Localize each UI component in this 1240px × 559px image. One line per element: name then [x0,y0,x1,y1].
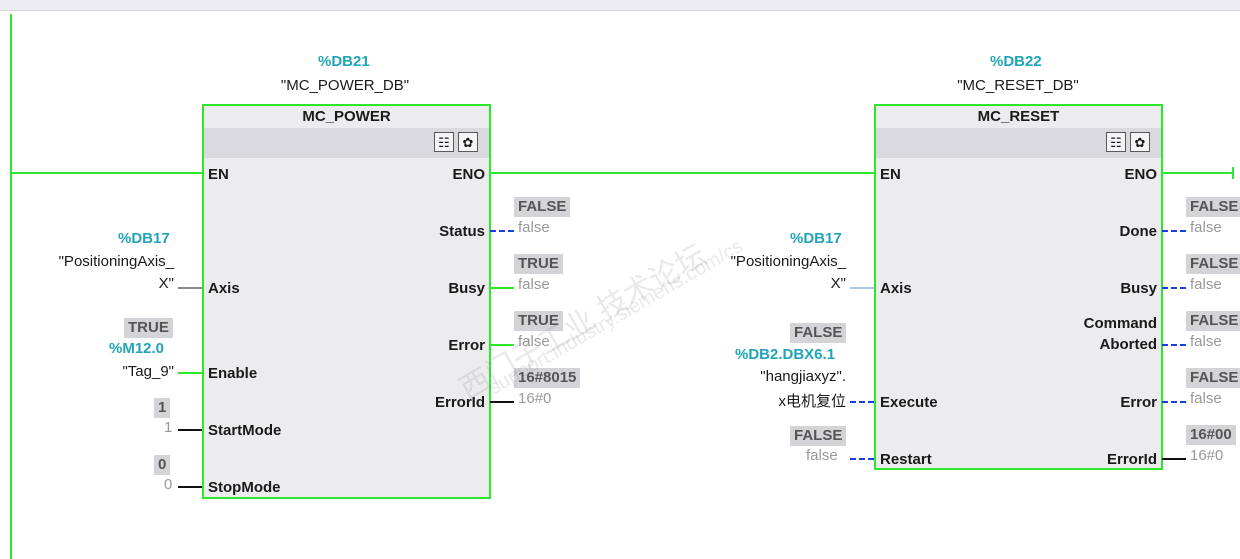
reset-error-monitor: FALSE [1186,368,1240,388]
power-axis-name-2[interactable]: X" [20,275,174,292]
power-pin-stopmode: StopMode [208,479,281,496]
reset-command-aborted-value: false [1190,333,1222,350]
reset-done-value: false [1190,219,1222,236]
power-status-value: false [518,219,550,236]
reset-execute-address[interactable]: %DB2.DBX6.1 [735,346,835,363]
rung-wire-right [1162,172,1234,174]
reset-restart-monitor: FALSE [790,426,847,446]
reset-pin-error: Error [1120,394,1157,411]
power-pin-en: EN [208,166,229,183]
power-stopmode-monitor: 0 [154,455,171,475]
power-pin-status: Status [439,223,485,240]
power-pin-axis: Axis [208,280,240,297]
reset-restart-value: false [806,447,838,464]
reset-pin-eno: ENO [1124,166,1157,183]
commissioning-icon[interactable]: ☷ [434,132,454,152]
power-busy-monitor: TRUE [514,254,563,274]
power-startmode-value: 1 [164,419,173,436]
reset-pin-errorid: ErrorId [1106,451,1157,468]
reset-busy-value: false [1190,276,1222,293]
power-enable-tag[interactable]: "Tag_9" [80,363,174,380]
mc-reset-title: MC_RESET [977,108,1060,125]
power-errorid-wire [490,401,514,403]
reset-command-aborted-monitor: FALSE [1186,311,1240,331]
reset-pin-execute: Execute [880,394,938,411]
reset-errorid-value: 16#0 [1190,447,1224,464]
reset-pin-axis: Axis [880,280,912,297]
mc-power-icon-bar: ☷ ✿ [204,128,489,158]
power-axis-wire [178,287,202,289]
reset-instance-db[interactable]: %DB22 [990,53,1042,70]
reset-pin-command: Command [1083,315,1157,332]
power-stopmode-value: 0 [164,476,173,493]
mc-power-block[interactable]: MC_POWER ☷ ✿ EN ENO Status Axis Busy Err… [202,104,491,499]
power-busy-wire [490,287,514,289]
power-startmode-wire [178,429,202,431]
reset-axis-db[interactable]: %DB17 [790,230,842,247]
power-instance-db-name[interactable]: "MC_POWER_DB" [270,77,420,94]
power-pin-eno: ENO [452,166,485,183]
power-pin-busy: Busy [448,280,485,297]
reset-busy-monitor: FALSE [1186,254,1240,274]
reset-error-wire [1162,401,1186,403]
power-startmode-monitor: 1 [154,398,171,418]
power-axis-db[interactable]: %DB17 [118,230,170,247]
diagnostics-icon[interactable]: ✿ [1130,132,1150,152]
reset-error-value: false [1190,390,1222,407]
editor-top-bar [0,0,1240,11]
reset-axis-wire [850,287,874,289]
mc-power-title: MC_POWER [302,108,391,125]
diagnostics-icon[interactable]: ✿ [458,132,478,152]
reset-restart-wire [850,458,874,460]
reset-execute-tag-2[interactable]: x电机复位 [700,390,846,411]
reset-busy-wire [1162,287,1186,289]
power-enable-wire [178,372,202,374]
power-pin-enable: Enable [208,365,258,382]
power-rail [10,14,12,559]
mc-reset-block[interactable]: MC_RESET ☷ ✿ EN ENO Done Axis Busy Comma… [874,104,1163,470]
reset-errorid-monitor: 16#00 [1186,425,1236,445]
reset-pin-en: EN [880,166,901,183]
reset-execute-tag[interactable]: "hangjiaxyz". [700,368,846,385]
power-status-wire [490,230,514,232]
rung-wire-middle [490,172,874,174]
power-stopmode-wire [178,486,202,488]
reset-pin-restart: Restart [880,451,932,468]
mc-reset-icon-bar: ☷ ✿ [876,128,1161,158]
rung-wire-left [10,172,202,174]
power-pin-startmode: StartMode [208,422,282,439]
reset-instance-db-name[interactable]: "MC_RESET_DB" [943,77,1093,94]
reset-done-monitor: FALSE [1186,197,1240,217]
power-busy-value: false [518,276,550,293]
reset-execute-wire [850,401,874,403]
reset-pin-aborted: Aborted [1099,336,1158,353]
reset-pin-busy: Busy [1120,280,1157,297]
reset-pin-done: Done [1119,223,1158,240]
power-enable-monitor: TRUE [124,318,173,338]
rung-wire-end-tick [1232,167,1234,179]
commissioning-icon[interactable]: ☷ [1106,132,1126,152]
reset-command-aborted-wire [1162,344,1186,346]
power-errorid-value: 16#0 [518,390,552,407]
power-instance-db[interactable]: %DB21 [318,53,370,70]
power-axis-name[interactable]: "PositioningAxis_ [20,253,174,270]
power-status-monitor: FALSE [514,197,571,217]
reset-errorid-wire [1162,458,1186,460]
reset-execute-monitor: FALSE [790,323,847,343]
reset-axis-name-2[interactable]: X" [690,275,846,292]
reset-done-wire [1162,230,1186,232]
power-enable-address[interactable]: %M12.0 [109,340,164,357]
